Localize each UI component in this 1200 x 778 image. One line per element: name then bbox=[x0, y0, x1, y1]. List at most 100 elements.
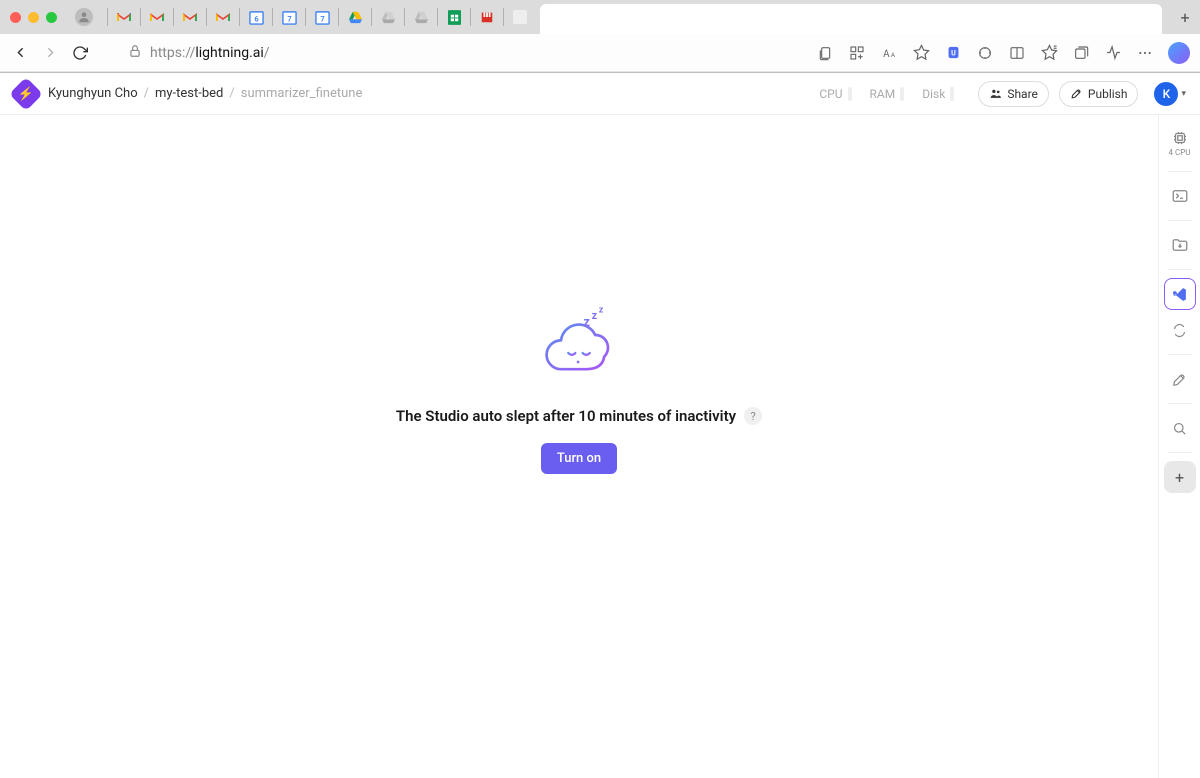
tab-gmail-icon[interactable] bbox=[182, 9, 198, 25]
tab-gmail-icon[interactable] bbox=[149, 9, 165, 25]
svg-text:z: z bbox=[599, 306, 604, 316]
ram-stat: RAM bbox=[870, 87, 905, 101]
chip-icon bbox=[1171, 129, 1189, 147]
active-tab[interactable] bbox=[540, 4, 1162, 34]
rail-separator bbox=[1168, 354, 1192, 355]
tab-drive-icon[interactable] bbox=[413, 9, 429, 25]
tab-sheets-icon[interactable] bbox=[446, 9, 462, 25]
tab-separator bbox=[503, 8, 504, 26]
toolbar-actions: AA U bbox=[816, 42, 1190, 64]
tab-gmail-icon[interactable] bbox=[215, 9, 231, 25]
browser-chrome: 6 7 7 + bbox=[0, 0, 1200, 73]
rail-separator bbox=[1168, 452, 1192, 453]
rail-separator bbox=[1168, 171, 1192, 172]
rail-jupyter[interactable] bbox=[1164, 314, 1196, 346]
rail-cpu[interactable]: 4 CPU bbox=[1164, 123, 1196, 163]
resource-stats: CPU RAM Disk bbox=[819, 87, 954, 101]
favorites-list-icon[interactable] bbox=[1040, 44, 1058, 62]
tab-separator bbox=[272, 8, 273, 26]
app-header: ⚡ Kyunghyun Cho / my-test-bed / summariz… bbox=[0, 73, 1200, 115]
rail-terminal[interactable] bbox=[1164, 180, 1196, 212]
more-icon[interactable] bbox=[1136, 44, 1154, 62]
chevron-down-icon: ▾ bbox=[1181, 89, 1186, 99]
tab-app-icon[interactable] bbox=[479, 9, 495, 25]
tab-separator bbox=[140, 8, 141, 26]
rail-separator bbox=[1168, 269, 1192, 270]
address-bar[interactable]: https://lightning.ai/ bbox=[128, 44, 806, 62]
profile-icon[interactable] bbox=[75, 8, 93, 26]
tab-drive-icon[interactable] bbox=[380, 9, 396, 25]
tab-separator bbox=[371, 8, 372, 26]
performance-icon[interactable] bbox=[1104, 44, 1122, 62]
apps-icon[interactable] bbox=[848, 44, 866, 62]
clipboard-icon[interactable] bbox=[816, 44, 834, 62]
tab-separator bbox=[239, 8, 240, 26]
publish-button[interactable]: Publish bbox=[1059, 81, 1139, 107]
svg-text:z: z bbox=[592, 309, 598, 322]
collections-icon[interactable] bbox=[1072, 44, 1090, 62]
app-body: z z z The Studio auto slept after 10 min… bbox=[0, 115, 1200, 778]
copilot-icon[interactable] bbox=[1168, 42, 1190, 64]
tab-strip: 6 7 7 + bbox=[0, 0, 1200, 34]
lock-icon bbox=[128, 44, 142, 62]
sleep-message-row: The Studio auto slept after 10 minutes o… bbox=[396, 407, 762, 425]
rail-search[interactable] bbox=[1164, 412, 1196, 444]
split-screen-icon[interactable] bbox=[1008, 44, 1026, 62]
svg-text:A: A bbox=[883, 49, 890, 60]
breadcrumb-project[interactable]: my-test-bed bbox=[155, 86, 223, 101]
favorite-icon[interactable] bbox=[912, 44, 930, 62]
tab-separator bbox=[404, 8, 405, 26]
text-size-icon[interactable]: AA bbox=[880, 44, 898, 62]
tab-gmail-icon[interactable] bbox=[116, 9, 132, 25]
turn-on-button[interactable]: Turn on bbox=[541, 443, 617, 474]
window-maximize-button[interactable] bbox=[46, 12, 57, 23]
circle-arrows-icon bbox=[1171, 321, 1189, 339]
rail-separator bbox=[1168, 403, 1192, 404]
rail-vscode[interactable] bbox=[1164, 278, 1196, 310]
terminal-icon bbox=[1171, 187, 1189, 205]
window-close-button[interactable] bbox=[10, 12, 21, 23]
people-icon bbox=[989, 87, 1002, 100]
reload-button[interactable] bbox=[70, 43, 90, 63]
svg-text:7: 7 bbox=[320, 14, 324, 23]
help-badge[interactable]: ? bbox=[744, 407, 762, 425]
rocket-icon bbox=[1171, 370, 1189, 388]
user-avatar: K bbox=[1154, 82, 1178, 106]
user-menu[interactable]: K ▾ bbox=[1154, 82, 1186, 106]
tab-calendar-icon[interactable]: 6 bbox=[248, 9, 264, 25]
rail-add[interactable]: + bbox=[1164, 461, 1196, 493]
window-minimize-button[interactable] bbox=[28, 12, 39, 23]
extension-icon[interactable] bbox=[976, 44, 994, 62]
tab-calendar-icon[interactable]: 7 bbox=[281, 9, 297, 25]
search-icon bbox=[1171, 419, 1189, 437]
breadcrumb-studio[interactable]: summarizer_finetune bbox=[241, 86, 363, 101]
breadcrumb-separator: / bbox=[229, 86, 234, 101]
sleeping-cloud-icon: z z z bbox=[534, 299, 624, 389]
tab-separator bbox=[173, 8, 174, 26]
tab-separator bbox=[107, 8, 108, 26]
back-button[interactable] bbox=[10, 43, 30, 63]
window-controls bbox=[10, 12, 57, 23]
sleep-message: The Studio auto slept after 10 minutes o… bbox=[396, 407, 736, 425]
new-tab-button[interactable]: + bbox=[1170, 2, 1200, 32]
lightning-logo[interactable]: ⚡ bbox=[9, 77, 43, 111]
svg-text:U: U bbox=[951, 48, 956, 57]
browser-toolbar: https://lightning.ai/ AA U bbox=[0, 34, 1200, 72]
share-button[interactable]: Share bbox=[978, 81, 1049, 107]
shield-icon[interactable]: U bbox=[944, 44, 962, 62]
tab-drive-icon[interactable] bbox=[347, 9, 363, 25]
tab-generic-icon[interactable] bbox=[512, 9, 528, 25]
breadcrumbs: Kyunghyun Cho / my-test-bed / summarizer… bbox=[48, 86, 362, 101]
breadcrumb-separator: / bbox=[144, 86, 149, 101]
main-content: z z z The Studio auto slept after 10 min… bbox=[0, 115, 1158, 778]
rail-download[interactable] bbox=[1164, 229, 1196, 261]
tab-separator bbox=[206, 8, 207, 26]
rail-deploy[interactable] bbox=[1164, 363, 1196, 395]
breadcrumb-owner[interactable]: Kyunghyun Cho bbox=[48, 86, 138, 101]
url-text: https://lightning.ai/ bbox=[150, 45, 270, 61]
tab-calendar-icon[interactable]: 7 bbox=[314, 9, 330, 25]
svg-text:A: A bbox=[890, 51, 895, 59]
forward-button[interactable] bbox=[40, 43, 60, 63]
right-rail: 4 CPU + bbox=[1158, 115, 1200, 778]
tab-separator bbox=[437, 8, 438, 26]
